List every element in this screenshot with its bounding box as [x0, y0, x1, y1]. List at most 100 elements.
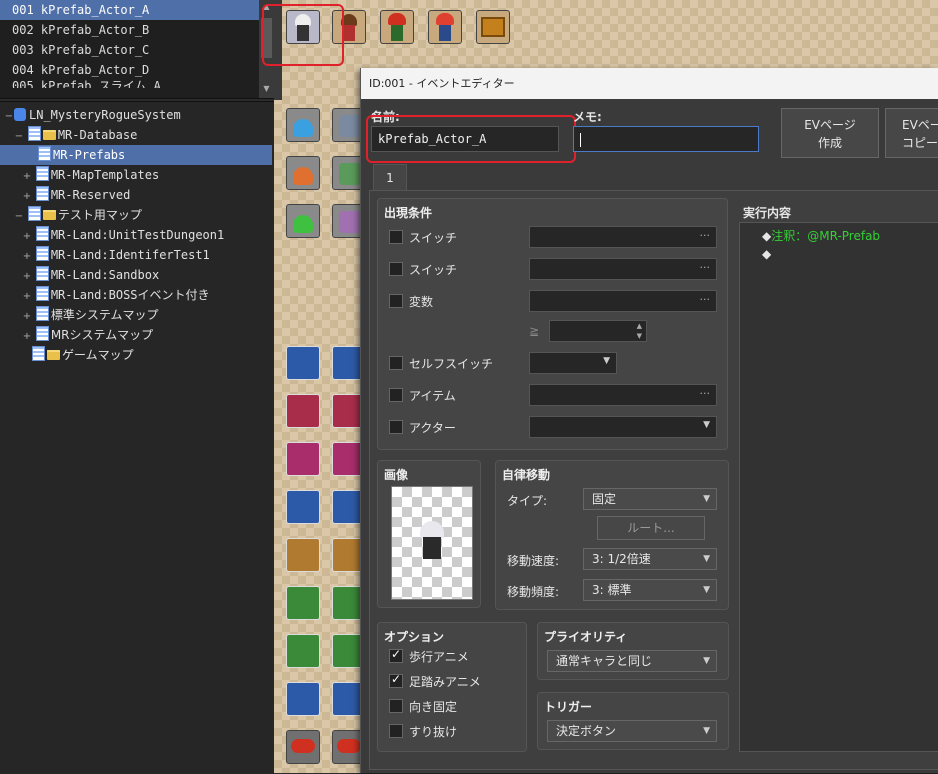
- tree-node-sandbox[interactable]: + MR-Land:Sandbox: [22, 265, 159, 285]
- prefab-item[interactable]: 003 kPrefab_Actor_C: [0, 40, 274, 60]
- bread-icon[interactable]: [286, 538, 320, 572]
- tab-page-1[interactable]: 1: [373, 164, 407, 191]
- switch1-checkbox[interactable]: [389, 230, 403, 244]
- scroll-icon[interactable]: [286, 634, 320, 668]
- map-icon: [32, 346, 45, 361]
- through-checkbox[interactable]: [389, 724, 403, 738]
- speed-label: 移動速度:: [507, 554, 560, 568]
- tree-node-unittestdungeon1[interactable]: + MR-Land:UnitTestDungeon1: [22, 225, 224, 245]
- expand-icon[interactable]: +: [22, 187, 32, 207]
- event-image-preview[interactable]: [391, 486, 473, 600]
- variable-value-spinner[interactable]: ▲ ▼: [549, 320, 647, 342]
- chevron-down-icon: ▼: [703, 726, 710, 736]
- item-checkbox[interactable]: [389, 388, 403, 402]
- monster-sprite-orange[interactable]: [286, 156, 320, 190]
- prefab-list[interactable]: 001 kPrefab_Actor_A 002 kPrefab_Actor_B …: [0, 0, 274, 99]
- self-switch-label: セルフスイッチ: [409, 357, 494, 371]
- map-tree[interactable]: − LN_MysteryRogueSystem − MR-Database MR-…: [0, 101, 274, 774]
- tree-root[interactable]: − LN_MysteryRogueSystem: [4, 105, 181, 125]
- expand-icon[interactable]: +: [22, 167, 32, 187]
- expand-icon[interactable]: +: [22, 307, 32, 327]
- ev-page-create-button[interactable]: EVページ 作成: [781, 108, 879, 158]
- self-switch-select[interactable]: ▼: [529, 352, 617, 374]
- command-marker: ◆: [762, 229, 772, 243]
- expand-icon[interactable]: +: [22, 247, 32, 267]
- monster-sprite-lime[interactable]: [286, 204, 320, 238]
- staff-icon[interactable]: [286, 682, 320, 716]
- command-line-comment[interactable]: ◆注釈：@MR-Prefab: [762, 227, 880, 244]
- event-contents-list[interactable]: ◆注釈：@MR-Prefab ◆: [739, 222, 938, 752]
- herb-icon[interactable]: [286, 586, 320, 620]
- tree-node-mr-database[interactable]: − MR-Database: [14, 125, 137, 145]
- crossed-swords-icon[interactable]: [286, 490, 320, 524]
- tree-node-game-map[interactable]: ゲームマップ: [32, 345, 134, 365]
- switch-button-icon[interactable]: [286, 730, 320, 764]
- collapse-icon[interactable]: −: [4, 107, 14, 127]
- chevron-down-icon: ▼: [703, 494, 710, 504]
- movement-speed-select[interactable]: 3: 1/2倍速 ▼: [583, 548, 717, 570]
- conditions-title: 出現条件: [384, 206, 433, 220]
- item-field[interactable]: ···: [529, 384, 717, 406]
- actor-sprite-d[interactable]: [428, 10, 462, 44]
- sword-icon[interactable]: [286, 346, 320, 380]
- chevron-down-icon: ▼: [703, 656, 710, 666]
- movement-frequency-value: 3: 標準: [592, 583, 632, 597]
- expand-icon[interactable]: +: [22, 287, 32, 307]
- route-button[interactable]: ルート...: [597, 516, 705, 540]
- expand-icon[interactable]: +: [22, 227, 32, 247]
- actor-select[interactable]: ▼: [529, 416, 717, 438]
- expand-icon[interactable]: +: [22, 267, 32, 287]
- chevron-down-icon: ▼: [703, 585, 710, 595]
- movement-type-select[interactable]: 固定 ▼: [583, 488, 717, 510]
- movement-frequency-select[interactable]: 3: 標準 ▼: [583, 579, 717, 601]
- tree-node-boss-event[interactable]: + MR-Land:BOSSイベント付き: [22, 285, 210, 305]
- actor-checkbox[interactable]: [389, 420, 403, 434]
- tree-node-test-maps[interactable]: − テスト用マップ: [14, 205, 142, 225]
- name-highlight: [366, 115, 576, 163]
- trigger-select[interactable]: 決定ボタン ▼: [547, 720, 717, 742]
- direction-fix-checkbox[interactable]: [389, 699, 403, 713]
- collapse-icon[interactable]: −: [14, 127, 24, 147]
- priority-value: 通常キャラと同じ: [556, 654, 653, 668]
- memo-input[interactable]: [573, 126, 759, 152]
- folder-icon: [42, 210, 56, 220]
- tree-node-mr-prefabs[interactable]: MR-Prefabs: [0, 145, 272, 165]
- tree-node-identifertest1[interactable]: + MR-Land:IdentiferTest1: [22, 245, 210, 265]
- gte-symbol: ≧: [529, 324, 540, 338]
- tree-node-mr-reserved[interactable]: + MR-Reserved: [22, 185, 130, 205]
- step-anime-checkbox[interactable]: [389, 672, 403, 688]
- chevron-down-icon: ▼: [703, 420, 710, 430]
- arrow-icon[interactable]: [286, 442, 320, 476]
- tree-node-mr-system-map[interactable]: + MRシステムマップ: [22, 325, 153, 345]
- spinner-arrows-icon[interactable]: ▲ ▼: [637, 321, 642, 341]
- priority-select[interactable]: 通常キャラと同じ ▼: [547, 650, 717, 672]
- prefab-item[interactable]: 001 kPrefab_Actor_A: [0, 0, 274, 20]
- switch2-field[interactable]: ···: [529, 258, 717, 280]
- tree-node-standard-system-map[interactable]: + 標準システムマップ: [22, 305, 158, 325]
- variable-checkbox[interactable]: [389, 294, 403, 308]
- prefab-item[interactable]: 002 kPrefab_Actor_B: [0, 20, 274, 40]
- actor-sprite-c[interactable]: [380, 10, 414, 44]
- variable-field[interactable]: ···: [529, 290, 717, 312]
- walk-anime-checkbox[interactable]: [389, 647, 403, 663]
- tree-node-mr-maptemplates[interactable]: + MR-MapTemplates: [22, 165, 159, 185]
- window-title: ID:001 - イベントエディター: [361, 68, 938, 99]
- prefab-item[interactable]: 005 kPrefab_スライム_A: [0, 80, 274, 88]
- treasure-chest-sprite[interactable]: [476, 10, 510, 44]
- switch2-checkbox[interactable]: [389, 262, 403, 276]
- self-switch-checkbox[interactable]: [389, 356, 403, 370]
- chevron-down-icon: ▼: [703, 554, 710, 564]
- comment-text: 注釈：@MR-Prefab: [771, 229, 881, 243]
- shield-icon[interactable]: [286, 394, 320, 428]
- movement-speed-value: 3: 1/2倍速: [592, 552, 651, 566]
- command-line-empty[interactable]: ◆: [762, 247, 771, 261]
- scroll-down-icon[interactable]: ▼: [259, 82, 274, 96]
- switch1-field[interactable]: ···: [529, 226, 717, 248]
- monster-sprite-blue[interactable]: [286, 108, 320, 142]
- ev-page-copy-button[interactable]: EVページ コピー: [885, 108, 938, 158]
- event-editor-window[interactable]: ID:001 - イベントエディター 名前: kPrefab_Actor_A メ…: [360, 68, 938, 773]
- prefab-item[interactable]: 004 kPrefab_Actor_D: [0, 60, 274, 80]
- map-icon: [35, 246, 49, 261]
- collapse-icon[interactable]: −: [14, 207, 24, 227]
- expand-icon[interactable]: +: [22, 327, 32, 347]
